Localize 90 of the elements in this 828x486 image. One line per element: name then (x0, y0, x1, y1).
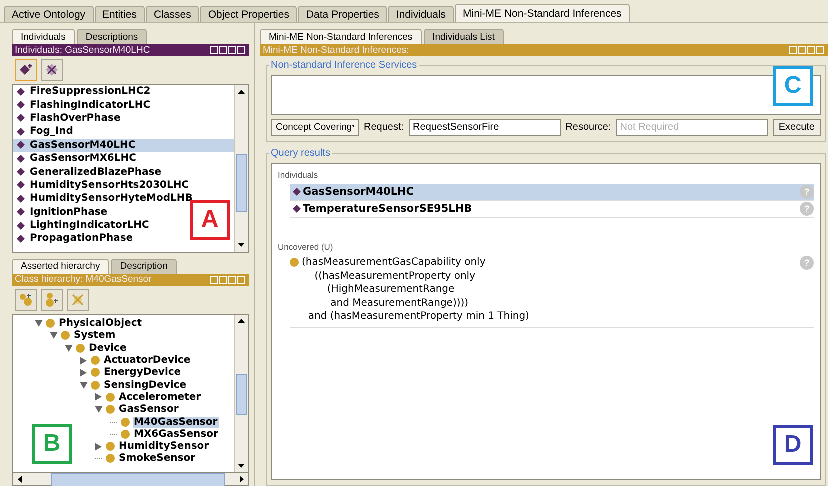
section-heading: Uncovered (U) (278, 242, 334, 252)
request-field[interactable]: RequestSensorFire (409, 119, 561, 136)
callout-label: A (190, 200, 230, 240)
individual-item[interactable]: GeneralizedBlazePhase (13, 165, 165, 179)
diamond-plus-icon (19, 63, 33, 77)
panel-title: Mini-ME Non-Standard Inferences: (263, 44, 410, 56)
execute-button[interactable]: Execute (772, 119, 821, 136)
view-controls-icon (210, 46, 246, 54)
scroll-down-icon[interactable] (238, 243, 245, 248)
class-item[interactable]: EnergyDevice (103, 367, 182, 378)
scrollbar-thumb[interactable] (236, 154, 247, 212)
view-controls-icon (210, 276, 246, 284)
main-tab[interactable]: Individuals (388, 6, 454, 22)
individual-icon (293, 188, 301, 196)
horizontal-scrollbar[interactable] (12, 473, 249, 486)
scrollbar-thumb[interactable] (51, 473, 225, 486)
resource-label: Resource: (566, 122, 612, 133)
main-tab[interactable]: Entities (94, 6, 145, 22)
individual-item[interactable]: FlashOverPhase (13, 112, 124, 126)
panel-tab[interactable]: Individuals List (424, 29, 504, 44)
delete-individual-button[interactable] (41, 59, 63, 81)
group-legend: Query results (269, 148, 332, 159)
circles-plus-icon (19, 292, 33, 307)
main-tab[interactable]: Object Properties (200, 6, 298, 22)
section-heading: Individuals (278, 170, 320, 180)
expand-triangle-icon[interactable] (95, 406, 103, 414)
callout-label: D (773, 425, 813, 465)
dropdown-caret-icon (352, 125, 354, 130)
resource-field[interactable]: Not Required (616, 119, 768, 136)
collapse-triangle-icon[interactable] (95, 442, 103, 451)
scrollbar-thumb[interactable] (236, 374, 247, 415)
individual-item[interactable]: LightingIndicatorLHC (13, 218, 152, 232)
tree-connector-icon (110, 434, 118, 435)
individual-item[interactable]: Fog_Ind (13, 125, 76, 139)
panel-tab[interactable]: Individuals (12, 29, 75, 44)
expand-triangle-icon[interactable] (80, 382, 88, 389)
individual-item[interactable]: PropagationPhase (13, 232, 136, 246)
result-item[interactable]: TemperatureSensorSE95LHB ? (290, 201, 814, 218)
class-item[interactable]: M40GasSensor (133, 416, 219, 428)
add-individual-button[interactable] (15, 59, 37, 81)
panel-tab[interactable]: Description (111, 258, 177, 274)
class-item[interactable]: GasSensor (118, 404, 180, 416)
panel-title: Class hierarchy: M40GasSensor (15, 274, 152, 286)
individual-item[interactable]: IgnitionPhase (13, 206, 111, 219)
scroll-up-icon[interactable] (238, 90, 245, 94)
request-label: Request: (364, 122, 404, 133)
panel-tab[interactable]: Descriptions (76, 29, 148, 44)
panel-title: Individuals: GasSensorM40LHC (15, 44, 150, 56)
circles-plus-icon (45, 292, 59, 307)
main-tab[interactable]: Classes (146, 6, 200, 22)
group-legend: Non-standard Inference Services (269, 60, 420, 71)
individual-item[interactable]: GasSensorM40LHC (13, 138, 234, 152)
class-item[interactable]: System (73, 330, 117, 342)
individual-icon (293, 205, 301, 213)
panel-tab[interactable]: Mini-ME Non-Standard Inferences (260, 29, 422, 44)
callout-label: C (773, 66, 813, 106)
class-item[interactable]: Accelerometer (118, 392, 202, 403)
class-item[interactable]: Device (88, 342, 128, 354)
scroll-left-icon[interactable] (18, 476, 22, 483)
scroll-right-icon[interactable] (240, 476, 244, 483)
class-item[interactable]: HumiditySensor (118, 441, 210, 452)
class-item[interactable]: PhysicalObject (58, 318, 144, 330)
class-item[interactable]: MX6GasSensor (133, 428, 220, 440)
diamond-cross-icon (45, 63, 59, 77)
vertical-scrollbar[interactable] (234, 314, 248, 472)
panel-tab[interactable]: Asserted hierarchy (12, 258, 110, 274)
individual-item[interactable]: HumiditySensorHts2030LHC (13, 178, 192, 192)
tree-connector-icon (110, 422, 118, 423)
callout-label: B (32, 424, 72, 464)
result-item[interactable]: GasSensorM40LHC ? (290, 184, 814, 201)
service-dropdown[interactable]: Concept Covering (271, 119, 359, 136)
class-icon (290, 258, 299, 267)
scroll-up-icon[interactable] (238, 319, 245, 324)
circle-cross-icon (71, 292, 85, 307)
class-item[interactable]: ActuatorDevice (103, 355, 192, 366)
individual-item[interactable]: GasSensorMX6LHC (13, 152, 140, 166)
tree-connector-icon (95, 458, 103, 460)
scroll-down-icon[interactable] (238, 464, 245, 468)
collapse-triangle-icon[interactable] (95, 393, 103, 402)
class-item[interactable]: SensingDevice (103, 380, 188, 391)
individual-item[interactable]: FireSuppressionLHC2 (13, 85, 154, 98)
class-item[interactable]: SmokeSensor (118, 453, 197, 464)
vertical-scrollbar[interactable] (234, 85, 248, 252)
query-text-area[interactable] (271, 75, 821, 115)
main-tab[interactable]: Data Properties (298, 6, 388, 22)
main-tab[interactable]: Active Ontology (4, 6, 94, 22)
main-tab[interactable]: Mini-ME Non-Standard Inferences (455, 4, 630, 22)
individual-item[interactable]: FlashingIndicatorLHC (13, 98, 154, 112)
expression-text: (hasMeasurementGasCapability only ((hasMeasurementProperty only (HighMeasurementRange and MeasurementRange)))) and (hasMeasurementProperty min 1 Thing) (302, 256, 530, 324)
view-controls-icon (789, 46, 825, 54)
